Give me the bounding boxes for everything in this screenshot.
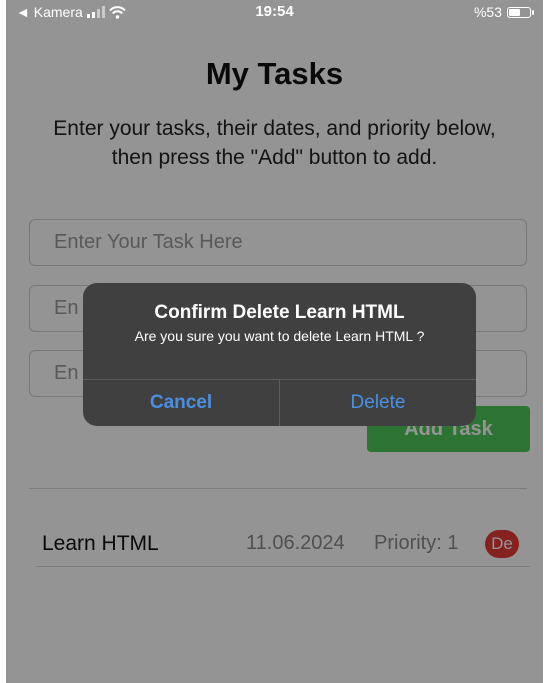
app-screen: My Tasks Enter your tasks, their dates, … — [6, 0, 543, 683]
status-bar: ◄ Kamera 19:54 %53 — [6, 0, 543, 26]
battery-percent: %53 — [473, 4, 502, 20]
battery-icon — [507, 6, 534, 18]
delete-button[interactable]: Delete — [280, 380, 476, 426]
dialog-title: Confirm Delete Learn HTML — [154, 302, 405, 323]
status-right: %53 — [473, 4, 534, 20]
status-time: 19:54 — [255, 3, 294, 20]
dialog-message: Are you sure you want to delete Learn HT… — [134, 328, 425, 344]
confirm-delete-dialog: Confirm Delete Learn HTML Are you sure y… — [83, 283, 476, 426]
cancel-button[interactable]: Cancel — [83, 380, 279, 426]
